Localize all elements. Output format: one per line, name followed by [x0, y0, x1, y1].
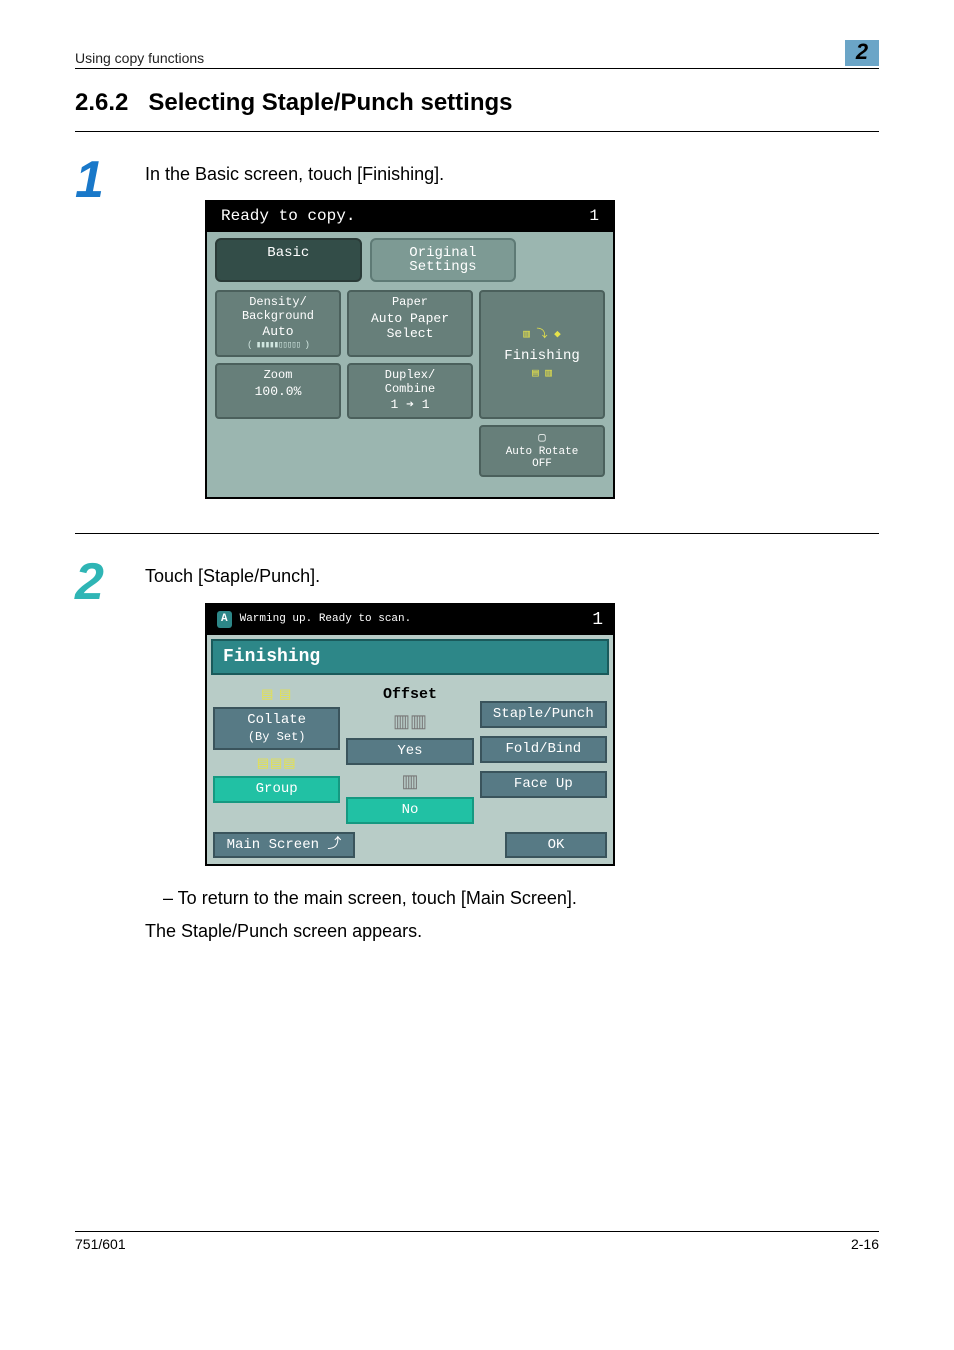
offset-label: Offset	[346, 685, 473, 705]
section-title-text: Selecting Staple/Punch settings	[148, 89, 512, 116]
page-header: Using copy functions 2	[75, 40, 879, 69]
tab-basic[interactable]: Basic	[215, 238, 362, 282]
status-text: Ready to copy.	[221, 206, 355, 228]
finishing-button[interactable]: ▥ ⤵ ◆ Finishing ▤ ▥	[479, 290, 605, 419]
group-button[interactable]: Group	[213, 776, 340, 803]
rule	[75, 131, 879, 132]
group-icon: ▤▤▤	[213, 754, 340, 772]
offset-yes-button[interactable]: Yes	[346, 738, 473, 765]
copy-count-2: 1	[592, 608, 603, 632]
duplex-combine-button[interactable]: Duplex/ Combine 1 ➔ 1	[347, 363, 473, 420]
collate-icon: ▤ ▤	[213, 685, 340, 703]
step-number-2: 2	[75, 556, 145, 951]
staple-punch-button[interactable]: Staple/Punch	[480, 701, 607, 728]
offset-yes-icon: ▥▥	[346, 709, 473, 733]
step-1-text: In the Basic screen, touch [Finishing].	[145, 162, 879, 186]
status-text-2: Warming up. Ready to scan.	[240, 612, 412, 627]
step-number-1: 1	[75, 154, 145, 519]
copy-count: 1	[589, 206, 599, 228]
step-2-note-2: The Staple/Punch screen appears.	[145, 919, 879, 943]
step-2: 2 Touch [Staple/Punch]. A Warming up. Re…	[75, 556, 879, 951]
footer-right: 2-16	[851, 1236, 879, 1252]
fold-bind-button[interactable]: Fold/Bind	[480, 736, 607, 763]
offset-no-icon: ▥	[346, 769, 473, 793]
chapter-badge: 2	[845, 40, 879, 66]
collate-button[interactable]: Collate (By Set)	[213, 707, 340, 751]
finishing-screen-panel: A Warming up. Ready to scan. 1 Finishing…	[205, 603, 615, 867]
offset-no-button[interactable]: No	[346, 797, 473, 824]
auto-rotate-button[interactable]: ▢ Auto Rotate OFF	[479, 425, 605, 477]
auto-rotate-icon: ▢	[538, 432, 545, 446]
step-2-text: Touch [Staple/Punch].	[145, 564, 879, 588]
density-background-button[interactable]: Density/ Background Auto ( ▮▮▮▮▮▯▯▯▯▯ )	[215, 290, 341, 357]
section-number: 2.6.2	[75, 89, 128, 116]
face-up-button[interactable]: Face Up	[480, 771, 607, 798]
globe-icon[interactable]: A	[217, 611, 232, 628]
rule-2	[75, 533, 879, 534]
footer-left: 751/601	[75, 1236, 126, 1252]
page-footer: 751/601 2-16	[75, 1231, 879, 1252]
ok-button[interactable]: OK	[505, 832, 607, 859]
tab-original-settings[interactable]: Original Settings	[370, 238, 517, 282]
step-2-note-1: – To return to the main screen, touch [M…	[145, 886, 879, 910]
finishing-icons-2: ▤ ▥	[483, 368, 601, 381]
basic-screen-panel: Ready to copy. 1 Basic Original Settings…	[205, 200, 615, 499]
paper-button[interactable]: Paper Auto Paper Select	[347, 290, 473, 357]
step-1: 1 In the Basic screen, touch [Finishing]…	[75, 154, 879, 519]
section-heading: 2.6.2 Selecting Staple/Punch settings	[75, 89, 879, 117]
zoom-button[interactable]: Zoom 100.0%	[215, 363, 341, 420]
main-screen-button[interactable]: Main Screen ⤴	[213, 832, 355, 859]
finishing-icons: ▥ ⤵ ◆	[483, 329, 601, 342]
finishing-title: Finishing	[211, 639, 609, 675]
breadcrumb: Using copy functions	[75, 50, 204, 66]
